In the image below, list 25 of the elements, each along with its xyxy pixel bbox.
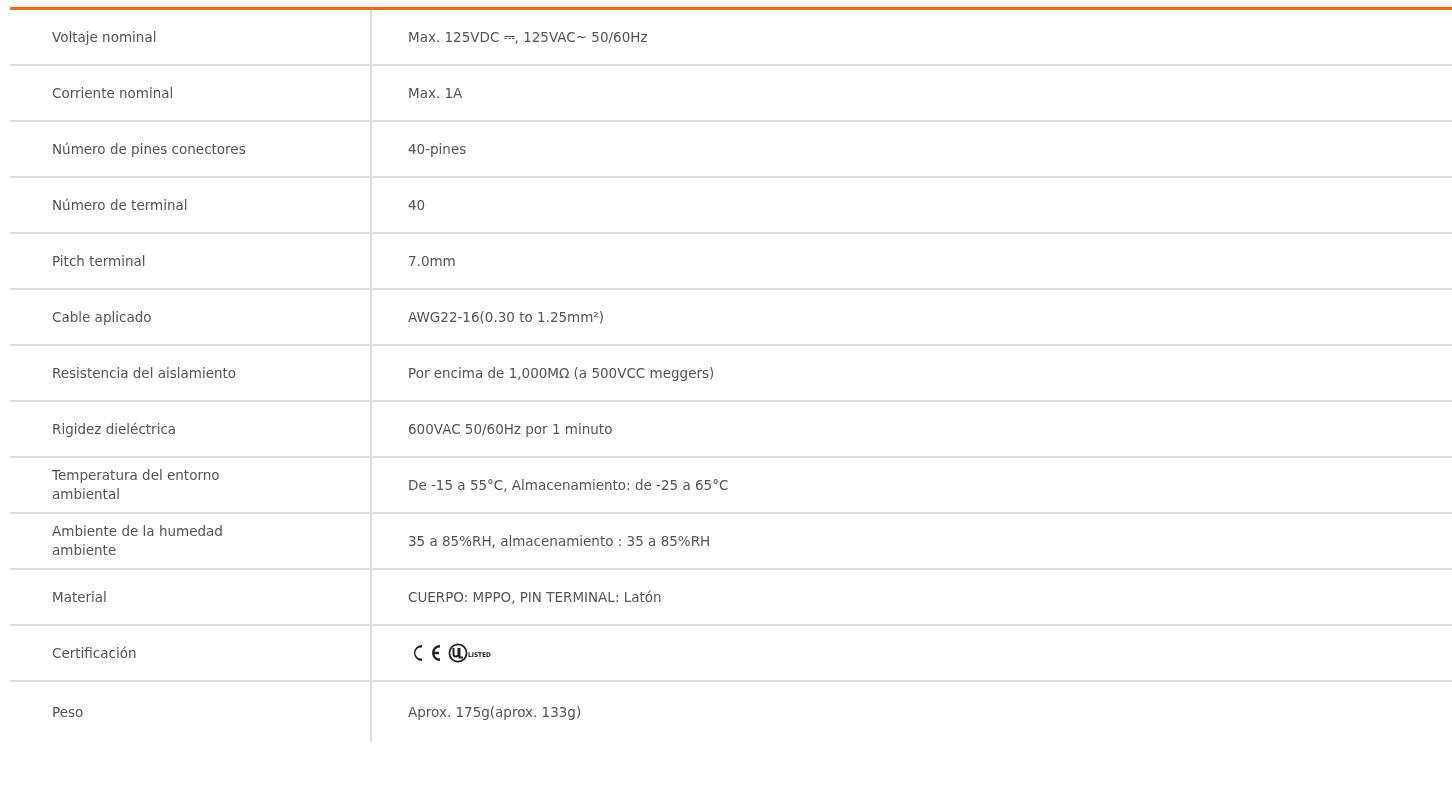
spec-label: Peso xyxy=(52,702,84,722)
spec-label: Rigidez dieléctrica xyxy=(52,419,177,439)
spec-value: Max. 1A xyxy=(408,83,463,103)
spec-label: Número de pines conectores xyxy=(52,139,246,159)
spec-value: 40-pines xyxy=(408,139,467,159)
spec-label: Corriente nominal xyxy=(52,83,174,103)
spec-label: Certificación xyxy=(52,643,137,663)
spec-value: 600VAC 50/60Hz por 1 minuto xyxy=(408,419,613,439)
spec-label: Temperatura del entorno ambiental xyxy=(52,466,221,504)
spec-value: Por encima de 1,000MΩ (a 500VCC meggers) xyxy=(408,363,715,383)
spec-value: 7.0mm xyxy=(408,251,456,271)
spec-label: Cable aplicado xyxy=(52,307,152,327)
spec-value: CUERPO: MPPO, PIN TERMINAL: Latón xyxy=(408,587,662,607)
spec-label: Resistencia del aislamiento xyxy=(52,363,237,383)
spec-value: AWG22-16(0.30 to 1.25mm²) xyxy=(408,307,605,327)
spec-label: Número de terminal xyxy=(52,195,188,215)
spec-value: Aprox. 175g(aprox. 133g) xyxy=(408,702,582,722)
spec-value: 35 a 85%RH, almacenamiento : 35 a 85%RH xyxy=(408,531,711,551)
spec-value: De -15 a 55°C, Almacenamiento: de -25 a 65°C xyxy=(408,475,729,495)
spec-label: Material xyxy=(52,587,107,607)
spec-value: Max. 125VDC ⎓, 125VAC~ 50/60Hz xyxy=(408,27,648,47)
spec-label: Ambiente de la humedad ambiente xyxy=(52,522,224,560)
spec-label: Pitch terminal xyxy=(52,251,146,271)
spec-value: 40 xyxy=(408,195,426,215)
spec-label: Voltaje nominal xyxy=(52,27,157,47)
